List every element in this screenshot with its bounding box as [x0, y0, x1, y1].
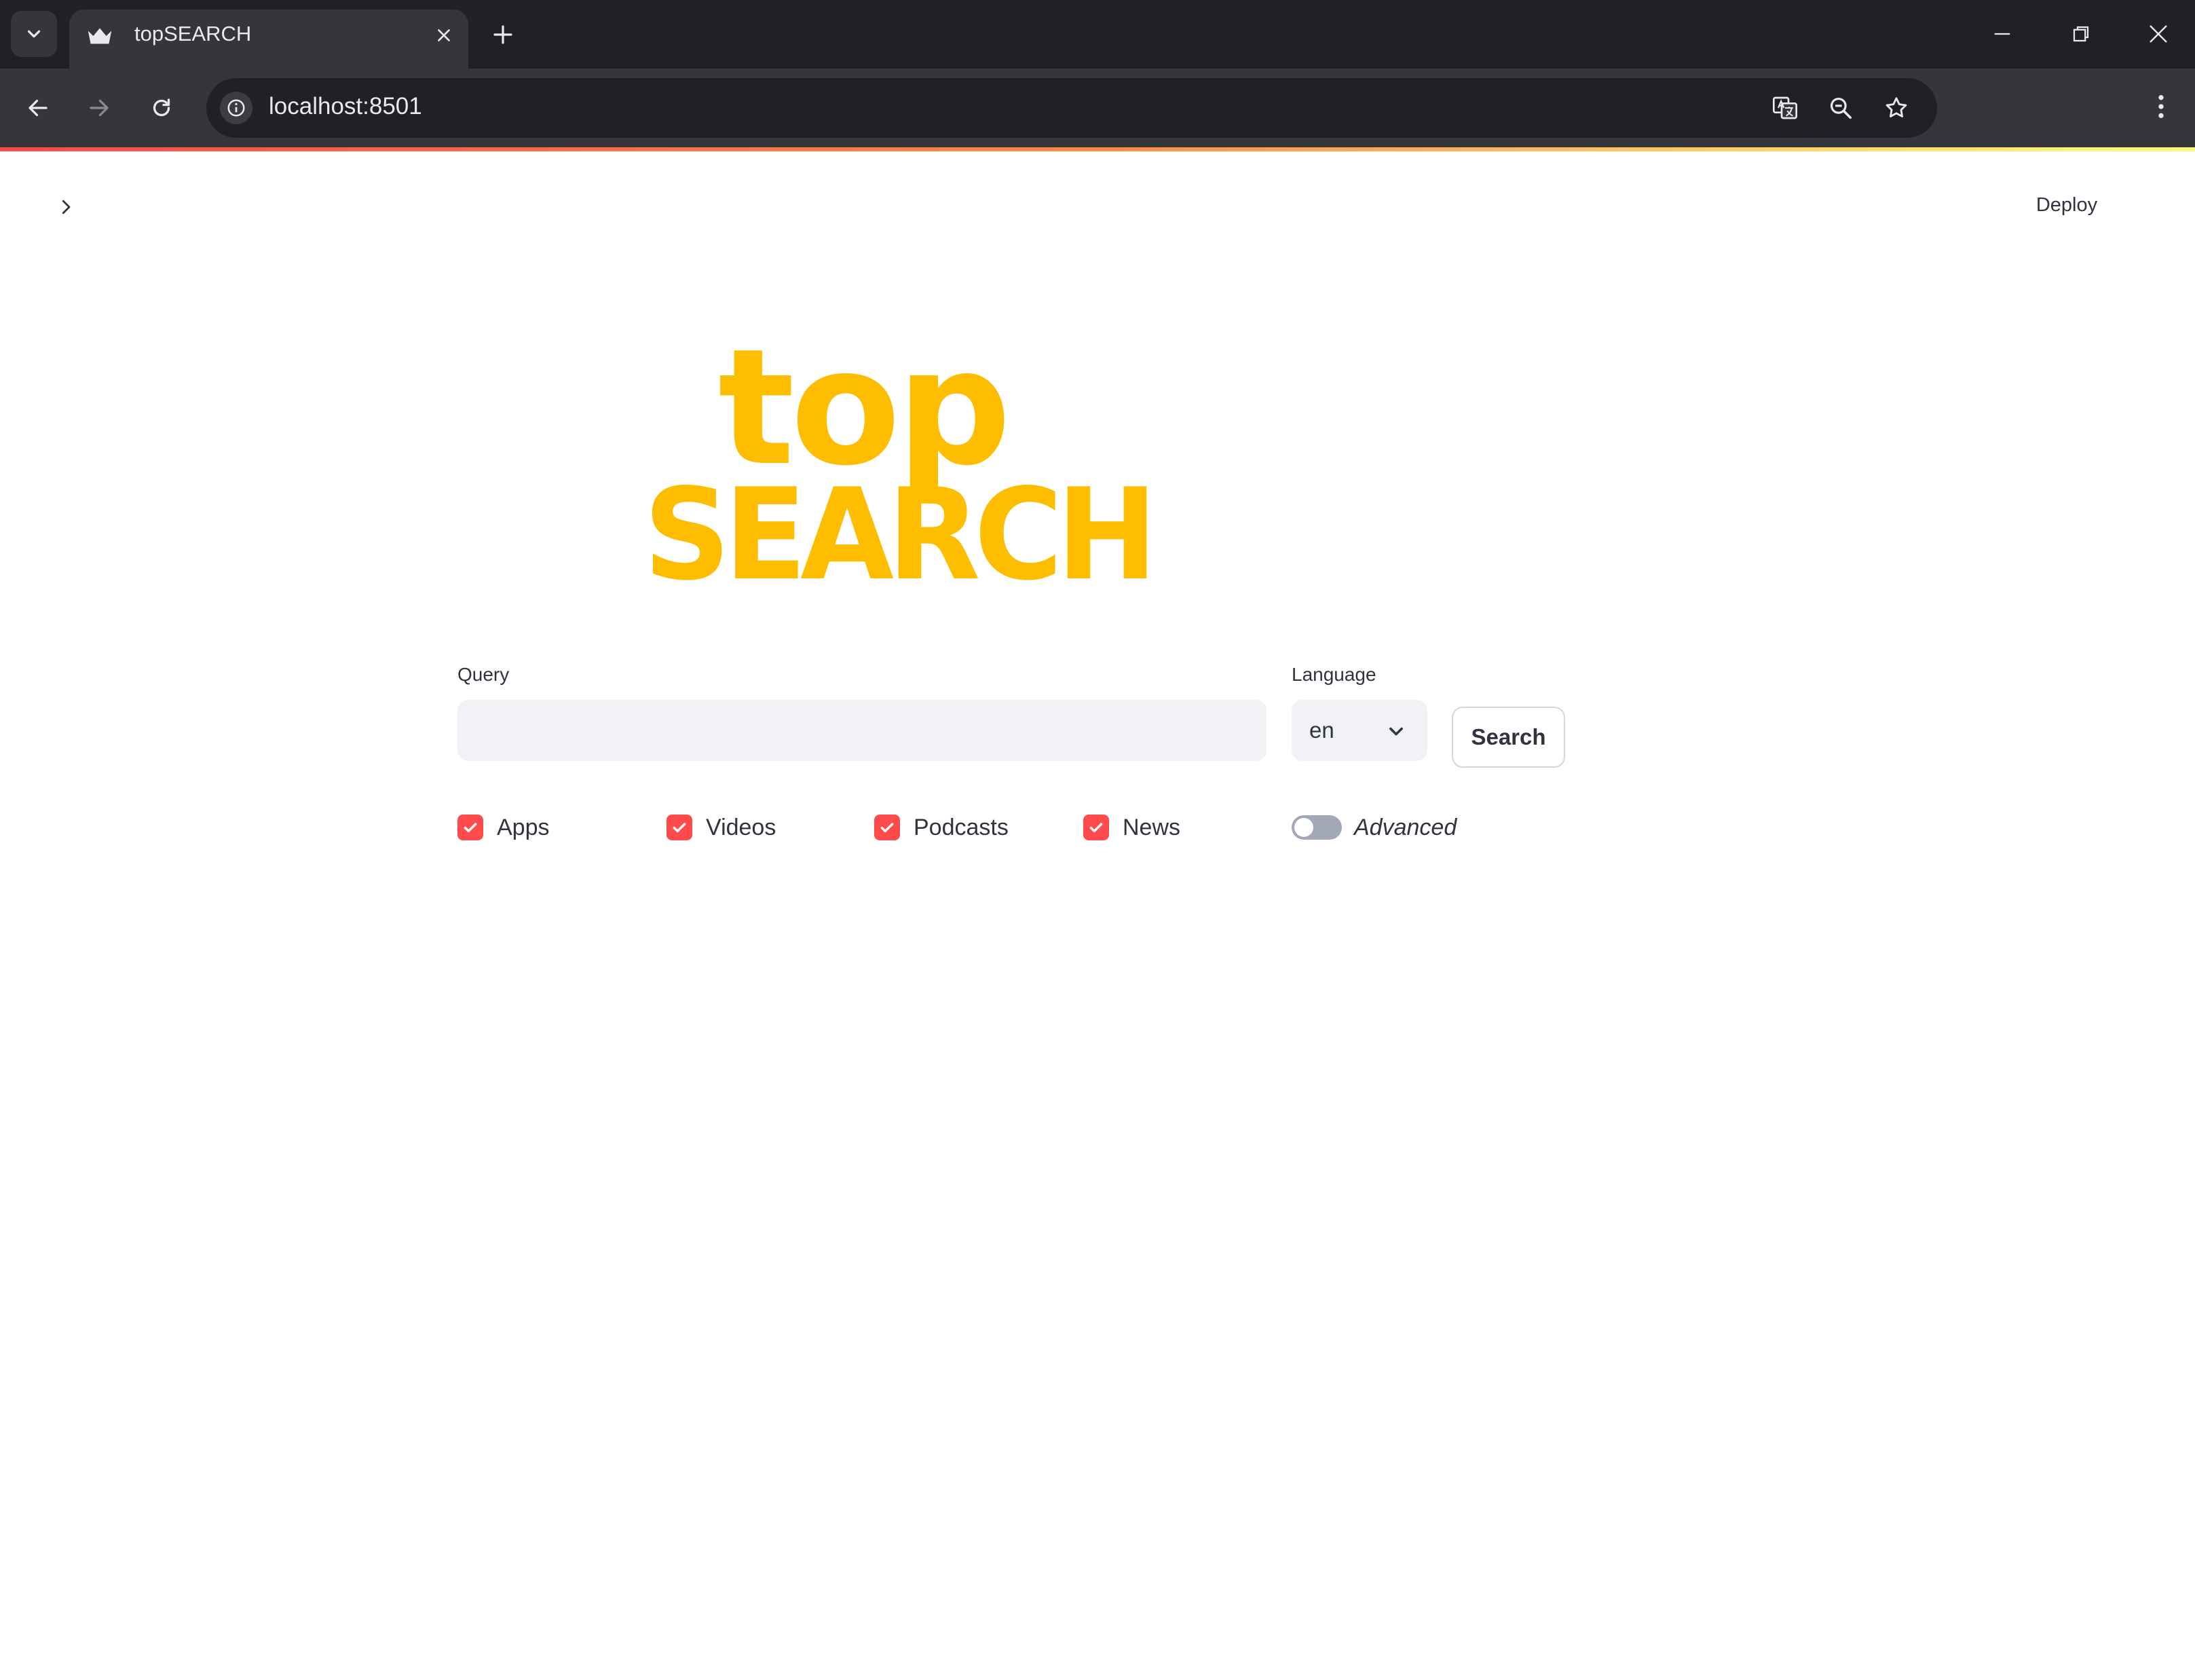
- checkbox-checked-icon: [667, 815, 692, 840]
- filter-checkbox-videos[interactable]: Videos: [667, 812, 776, 843]
- tab-search-button[interactable]: [11, 11, 57, 57]
- minimize-icon: [1994, 33, 2010, 35]
- reload-button[interactable]: [140, 86, 183, 130]
- filter-checkbox-apps[interactable]: Apps: [457, 812, 550, 843]
- info-icon: [227, 99, 245, 117]
- checkbox-checked-icon: [874, 815, 900, 840]
- topsearch-logo: top SEARCH: [643, 348, 1152, 581]
- zoom-button[interactable]: [1824, 92, 1857, 124]
- browser-menu-button[interactable]: [2146, 85, 2176, 128]
- restore-button[interactable]: [2061, 14, 2101, 54]
- checkbox-checked-icon: [457, 815, 483, 840]
- search-button[interactable]: Search: [1452, 707, 1565, 768]
- window-close-button[interactable]: [2138, 14, 2179, 54]
- bookmark-button[interactable]: [1880, 92, 1913, 124]
- browser-toolbar: localhost:8501: [0, 69, 2195, 147]
- forward-arrow-icon: [90, 99, 109, 117]
- language-label: Language: [1292, 664, 1376, 685]
- new-tab-button[interactable]: [486, 18, 520, 52]
- minimize-button[interactable]: [1982, 14, 2023, 54]
- plus-icon: [493, 25, 512, 44]
- site-info-button[interactable]: [220, 92, 252, 124]
- sidebar-expand-button[interactable]: [48, 189, 84, 225]
- browser-tab[interactable]: topSEARCH: [69, 10, 468, 69]
- restore-icon: [2073, 26, 2089, 42]
- deploy-button[interactable]: Deploy: [2016, 189, 2118, 221]
- translate-icon: [1773, 96, 1797, 119]
- forward-button[interactable]: [77, 86, 121, 130]
- language-select[interactable]: en: [1292, 700, 1427, 761]
- browser-tab-strip: topSEARCH: [0, 0, 2195, 69]
- logo-line-search: SEARCH: [643, 461, 1151, 581]
- address-bar[interactable]: localhost:8501: [206, 78, 1937, 138]
- filter-label: Podcasts: [914, 814, 1009, 840]
- back-button[interactable]: [16, 86, 60, 130]
- back-arrow-icon: [29, 99, 48, 117]
- filter-checkbox-news[interactable]: News: [1083, 812, 1180, 843]
- tab-title: topSEARCH: [134, 22, 252, 45]
- star-icon: [1886, 97, 1907, 117]
- chevron-down-icon: [1389, 727, 1403, 736]
- toggle-track[interactable]: [1292, 815, 1342, 840]
- query-input[interactable]: [457, 700, 1267, 761]
- language-value: en: [1309, 717, 1334, 743]
- filter-label: Videos: [706, 814, 776, 840]
- toggle-knob: [1294, 818, 1313, 837]
- filter-checkbox-podcasts[interactable]: Podcasts: [874, 812, 1009, 843]
- window-close-icon: [2150, 25, 2167, 43]
- page-loading-bar: [0, 147, 2195, 151]
- query-label: Query: [457, 664, 510, 685]
- more-vert-icon: [2158, 95, 2164, 118]
- tab-close-button[interactable]: [429, 20, 459, 50]
- advanced-toggle[interactable]: Advanced: [1292, 812, 1457, 843]
- close-icon: [438, 29, 450, 41]
- zoom-icon: [1830, 97, 1852, 119]
- advanced-label: Advanced: [1354, 814, 1457, 840]
- filter-label: News: [1123, 814, 1181, 840]
- url-text: localhost:8501: [269, 93, 422, 119]
- crown-favicon-icon: [88, 28, 112, 44]
- reload-icon: [153, 98, 170, 117]
- tab-search-icon: [27, 30, 41, 38]
- chevron-right-icon: [62, 200, 71, 214]
- filter-label: Apps: [497, 814, 550, 840]
- checkbox-checked-icon: [1083, 815, 1109, 840]
- translate-button[interactable]: [1769, 92, 1801, 124]
